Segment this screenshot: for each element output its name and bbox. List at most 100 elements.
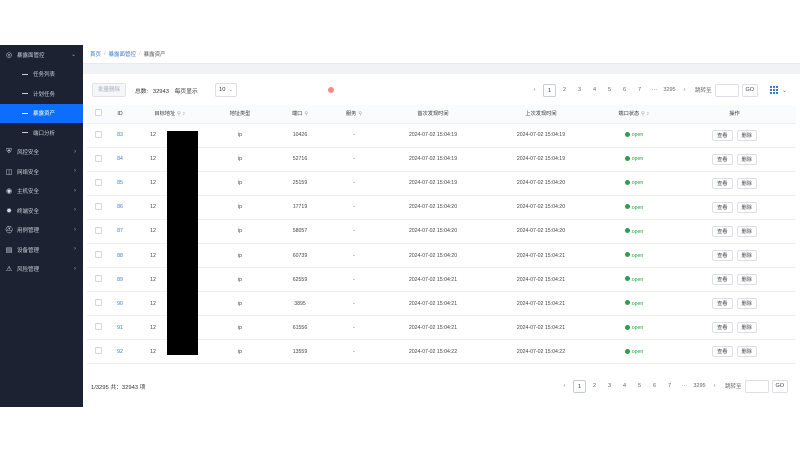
port-value: 60739 [292, 252, 308, 259]
row-checkbox[interactable] [94, 323, 102, 331]
page-button[interactable]: 7 [633, 84, 646, 97]
type-cell: ip [209, 315, 271, 341]
jump-page-input[interactable] [744, 379, 769, 393]
view-button[interactable]: 查看 [712, 274, 733, 286]
sidebar-item[interactable]: ⛑ 用例管理 › [0, 221, 83, 241]
next-page-button[interactable]: › [678, 84, 691, 97]
page-button-last[interactable]: 3295 [663, 84, 676, 97]
delete-button[interactable]: 删除 [736, 201, 757, 213]
sidebar-item[interactable]: ⚠ 风险管理 › [0, 260, 83, 280]
delete-button[interactable]: 删除 [736, 322, 757, 334]
status-label: open [631, 228, 644, 235]
last-seen-cell: 2024-07-02 15:04:20 [487, 171, 595, 196]
next-page-button[interactable]: › [708, 380, 721, 393]
page-button[interactable]: 5 [633, 380, 646, 393]
delete-button[interactable]: 删除 [736, 250, 757, 262]
search-icon[interactable]: ⚲ [304, 111, 308, 117]
target-prefix: 12 [150, 276, 156, 283]
actions-cell: 查看 删除 [673, 147, 796, 172]
page-button[interactable]: 3 [603, 380, 616, 393]
id-link[interactable]: 87 [117, 228, 123, 234]
id-link[interactable]: 91 [117, 325, 123, 331]
id-link[interactable]: 88 [117, 253, 123, 259]
search-icon[interactable]: ⚲ [358, 111, 362, 117]
row-checkbox[interactable] [94, 226, 102, 234]
sidebar-subitem[interactable]: 计划任务 [0, 84, 83, 104]
prev-page-button[interactable]: ‹ [528, 84, 541, 97]
select-all-checkbox[interactable] [94, 109, 102, 117]
column-settings-button[interactable]: ⌄ [770, 84, 792, 96]
delete-button[interactable]: 删除 [736, 225, 757, 237]
id-link[interactable]: 84 [117, 156, 123, 162]
view-button[interactable]: 查看 [712, 346, 733, 358]
search-icon[interactable]: ⚲ [177, 111, 181, 117]
view-button[interactable]: 查看 [712, 177, 733, 189]
row-checkbox[interactable] [94, 178, 102, 186]
view-button[interactable]: 查看 [712, 298, 733, 310]
delete-button[interactable]: 删除 [736, 129, 757, 141]
sort-icon[interactable]: ⇕ [646, 111, 650, 116]
go-button[interactable]: GO [741, 83, 759, 97]
select-cell [87, 195, 109, 220]
id-link[interactable]: 89 [117, 277, 123, 283]
delete-button[interactable]: 删除 [736, 346, 757, 358]
page-button[interactable]: 1 [573, 379, 586, 393]
row-checkbox[interactable] [94, 299, 102, 307]
delete-button[interactable]: 删除 [736, 177, 757, 189]
col-actions: 操作 [673, 105, 796, 124]
page-button[interactable]: 5 [603, 84, 616, 97]
col-service: 服务 ⚲ [329, 105, 379, 124]
view-button[interactable]: 查看 [712, 322, 733, 334]
page-button[interactable]: 4 [618, 380, 631, 393]
breadcrumb-home[interactable]: 首页 [90, 50, 101, 58]
view-button[interactable]: 查看 [712, 153, 733, 165]
row-checkbox[interactable] [94, 251, 102, 259]
page-button[interactable]: 2 [588, 380, 601, 393]
sidebar-subitem[interactable]: 暴露资产 [0, 103, 83, 123]
sort-icon[interactable]: ⇕ [182, 111, 186, 116]
page-button[interactable]: 6 [618, 84, 631, 97]
prev-page-button[interactable]: ‹ [558, 380, 571, 393]
bulk-delete-button[interactable]: 批量删除 [92, 83, 127, 97]
breadcrumb-parent[interactable]: 暴露面管控 [109, 50, 137, 58]
sidebar-item[interactable]: ✸ 终端安全 › [0, 201, 83, 221]
id-link[interactable]: 85 [117, 180, 123, 186]
row-checkbox[interactable] [94, 202, 102, 210]
delete-button[interactable]: 删除 [736, 153, 757, 165]
sidebar-item[interactable]: ◉ 主机安全 › [0, 182, 83, 202]
search-icon[interactable]: ⚲ [641, 111, 645, 117]
id-link[interactable]: 90 [117, 301, 123, 307]
page-button[interactable]: 7 [663, 380, 676, 393]
first-seen-cell: 2024-07-02 15:04:19 [379, 171, 487, 196]
row-checkbox[interactable] [94, 130, 102, 138]
page-button[interactable]: 6 [648, 380, 661, 393]
page-ellipsis[interactable]: ··· [678, 380, 691, 393]
go-button[interactable]: GO [771, 379, 789, 393]
sidebar-item[interactable]: ◎ 暴露面管控 ⌄ [0, 45, 83, 65]
page-ellipsis[interactable]: ··· [648, 84, 661, 97]
view-button[interactable]: 查看 [712, 250, 733, 262]
row-checkbox[interactable] [94, 154, 102, 162]
delete-button[interactable]: 删除 [736, 274, 757, 286]
id-link[interactable]: 92 [117, 349, 123, 355]
sidebar-item[interactable]: ◫ 网络安全 › [0, 162, 83, 182]
sidebar-subitem[interactable]: 端口分析 [0, 123, 83, 143]
delete-button[interactable]: 删除 [736, 298, 757, 310]
page-button[interactable]: 3 [573, 84, 586, 97]
view-button[interactable]: 查看 [712, 225, 733, 237]
per-page-select[interactable]: 10 ⌄ [215, 83, 237, 97]
view-button[interactable]: 查看 [712, 129, 733, 141]
jump-page-input[interactable] [714, 83, 739, 97]
sidebar-item[interactable]: ⛨ 风控安全 › [0, 143, 83, 163]
sidebar-subitem[interactable]: 任务列表 [0, 65, 83, 85]
page-button-last[interactable]: 3295 [693, 380, 706, 393]
row-checkbox[interactable] [94, 347, 102, 355]
view-button[interactable]: 查看 [712, 201, 733, 213]
page-button[interactable]: 4 [588, 84, 601, 97]
sidebar-item[interactable]: ▤ 设备管理 › [0, 240, 83, 260]
id-link[interactable]: 86 [117, 204, 123, 210]
page-button[interactable]: 1 [543, 83, 556, 97]
id-link[interactable]: 83 [117, 132, 123, 138]
row-checkbox[interactable] [94, 275, 102, 283]
page-button[interactable]: 2 [558, 84, 571, 97]
